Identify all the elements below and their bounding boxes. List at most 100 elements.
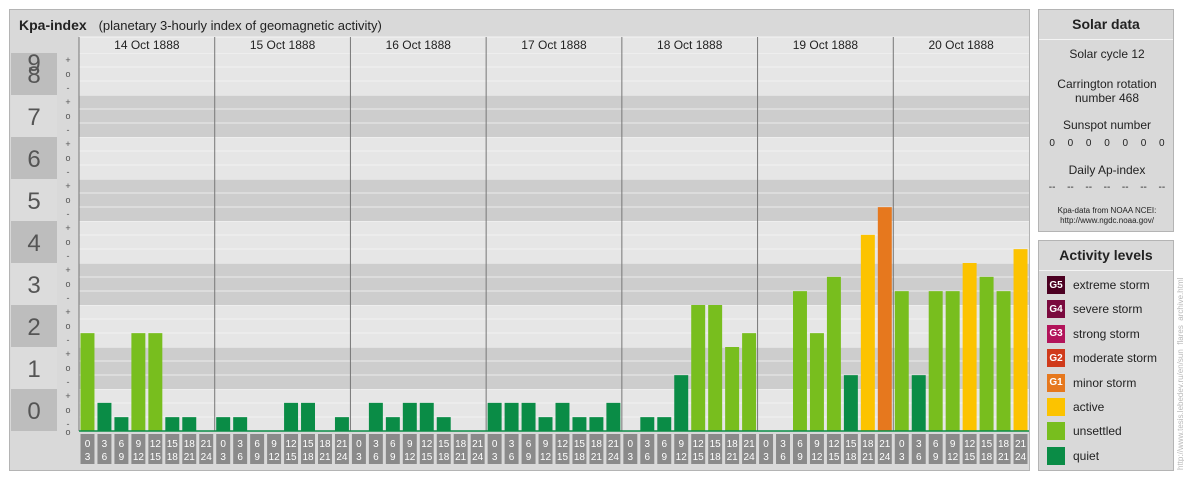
legend-label: extreme storm <box>1073 278 1150 292</box>
kpa-bar <box>996 291 1011 431</box>
time-start-label: 12 <box>828 439 840 450</box>
time-start-label: 0 <box>763 439 769 450</box>
ap-index-value: -- <box>1067 182 1074 193</box>
kpa-bar <box>691 305 706 431</box>
y-subtick-label: o <box>65 153 70 163</box>
time-start-label: 3 <box>645 439 651 450</box>
kpa-bar <box>928 291 943 431</box>
y-tick-label: 2 <box>27 314 40 341</box>
legend-item: unsettled <box>1047 421 1122 441</box>
time-end-label: 18 <box>845 452 857 463</box>
kpa-bar <box>911 375 926 431</box>
y-subtick-label: + <box>65 181 70 191</box>
time-end-label: 24 <box>1015 452 1027 463</box>
time-end-label: 3 <box>85 452 91 463</box>
kpa-bar <box>233 417 248 431</box>
grid-band <box>79 95 1029 137</box>
time-end-label: 6 <box>645 452 651 463</box>
kpa-bar <box>894 291 909 431</box>
time-start-label: 9 <box>814 439 820 450</box>
kpa-bar <box>657 417 672 431</box>
time-start-label: 3 <box>780 439 786 450</box>
time-end-label: 21 <box>998 452 1010 463</box>
time-start-label: 9 <box>950 439 956 450</box>
legend-swatch: G2 <box>1047 349 1065 368</box>
grid-band <box>79 137 1029 179</box>
time-end-label: 18 <box>574 452 586 463</box>
time-start-label: 12 <box>421 439 433 450</box>
y-subtick-label: - <box>67 125 70 135</box>
kpa-bar <box>521 402 536 431</box>
kpa-bar <box>674 375 689 431</box>
kpa-bar <box>809 333 824 431</box>
time-start-label: 0 <box>85 439 91 450</box>
legend-label: active <box>1073 400 1105 414</box>
kpa-bar <box>860 234 875 431</box>
kpa-bar <box>334 417 349 431</box>
time-end-label: 9 <box>661 452 667 463</box>
time-end-label: 15 <box>693 452 705 463</box>
y-subtick-label: o <box>65 405 70 415</box>
time-start-label: 12 <box>693 439 705 450</box>
time-start-label: 18 <box>455 439 467 450</box>
kpa-bar <box>419 402 434 431</box>
kpa-bar <box>80 333 95 431</box>
sunspot-value: 0 <box>1067 138 1074 149</box>
day-label: 14 Oct 1888 <box>114 38 180 52</box>
time-start-label: 18 <box>727 439 739 450</box>
time-start-label: 15 <box>574 439 586 450</box>
kpa-bar <box>148 333 163 431</box>
sunspot-label: Sunspot number <box>1062 118 1152 132</box>
time-end-label: 24 <box>608 452 620 463</box>
y-subtick-label: - <box>67 167 70 177</box>
time-start-label: 15 <box>981 439 993 450</box>
ap-index-value: -- <box>1158 182 1166 193</box>
y-subtick-label: + <box>65 97 70 107</box>
sunspot-value: 0 <box>1049 138 1055 149</box>
activity-levels-legend: Activity levels G5 extreme storm G4 severe … <box>1038 240 1174 471</box>
time-start-label: 6 <box>390 439 396 450</box>
time-end-label: 24 <box>472 452 484 463</box>
day-label: 20 Oct 1888 <box>928 38 994 52</box>
time-end-label: 6 <box>373 452 379 463</box>
legend-label: strong storm <box>1073 326 1140 341</box>
time-end-label: 24 <box>201 452 213 463</box>
time-start-label: 9 <box>678 439 684 450</box>
kpa-bar <box>487 402 502 431</box>
ap-index-value: -- <box>1103 182 1111 193</box>
y-subtick-label: o <box>65 321 70 331</box>
day-label: 15 Oct 1888 <box>250 38 316 52</box>
time-end-label: 24 <box>336 452 348 463</box>
y-subtick-label: + <box>65 55 70 65</box>
legend-item: G5 extreme storm <box>1047 275 1150 295</box>
legend-swatch <box>1047 446 1065 465</box>
time-end-label: 6 <box>780 452 786 463</box>
solar-data-title: Solar data <box>1039 10 1173 40</box>
time-end-label: 21 <box>184 452 196 463</box>
time-end-label: 3 <box>763 452 769 463</box>
time-start-label: 3 <box>102 439 108 450</box>
time-start-label: 3 <box>373 439 379 450</box>
kpa-bar <box>877 207 892 431</box>
time-start-label: 15 <box>167 439 179 450</box>
time-end-label: 3 <box>356 452 362 463</box>
time-end-label: 18 <box>710 452 722 463</box>
time-end-label: 24 <box>879 452 891 463</box>
time-start-label: 6 <box>797 439 803 450</box>
kpa-bar <box>843 375 858 431</box>
y-tick-label: 7 <box>27 104 40 131</box>
sunspot-value: 0 <box>1104 138 1110 149</box>
y-tick-label: 6 <box>27 146 40 173</box>
sunspot-values: 0000000 <box>1039 138 1175 149</box>
sunspot-value: 0 <box>1085 138 1092 149</box>
y-subtick-label: o <box>65 195 70 205</box>
time-start-label: 21 <box>336 439 348 450</box>
solar-cycle: Solar cycle 12 <box>1069 47 1145 61</box>
y-tick-label: 1 <box>27 356 40 383</box>
ap-index-value: -- <box>1140 182 1147 193</box>
time-end-label: 12 <box>404 452 416 463</box>
kpa-bar <box>436 417 451 431</box>
time-start-label: 12 <box>150 439 162 450</box>
kpa-bar <box>131 333 146 431</box>
source-watermark: http://www.tesis.lebedev.ru/en/sun_flare… <box>1176 277 1184 470</box>
